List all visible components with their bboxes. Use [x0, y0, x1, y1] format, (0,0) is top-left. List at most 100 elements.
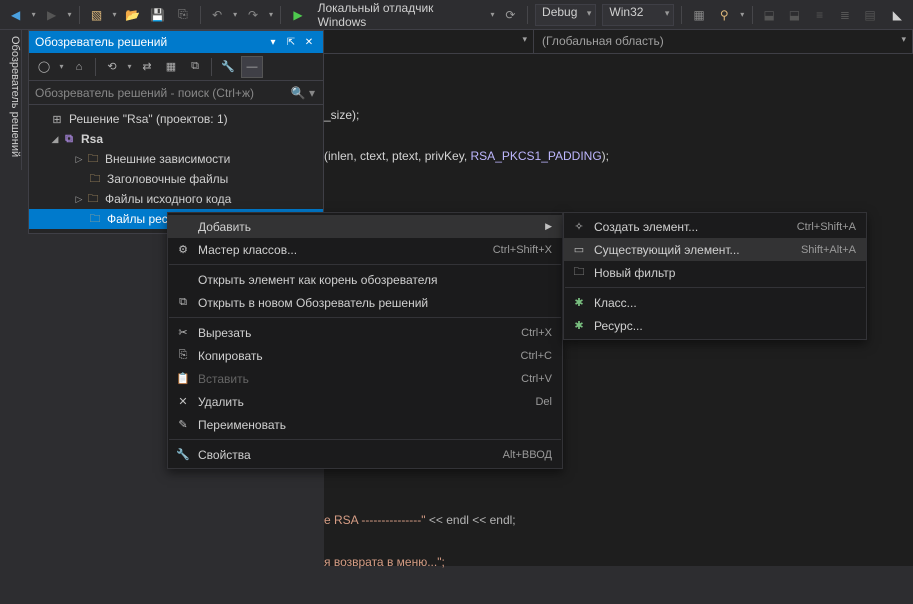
class-wizard-icon: ⚙ [172, 243, 194, 256]
solution-icon: ⊞ [49, 111, 65, 127]
nav-forward-dropdown[interactable]: ▾ [65, 10, 74, 19]
expand-icon[interactable]: ◢ [49, 134, 61, 145]
ctx-label: Класс... [590, 296, 856, 310]
tree-ext-deps-row[interactable]: ▷ 🗀 Внешние зависимости [29, 149, 323, 169]
start-debug-button[interactable]: ▶ [286, 3, 309, 27]
tb-icon-4[interactable]: ≡ [808, 3, 831, 27]
ctx-delete[interactable]: ✕ Удалить Del [168, 390, 562, 413]
find-dropdown[interactable]: ▾ [738, 10, 747, 19]
tree-item-label: Внешние зависимости [105, 152, 230, 166]
panel-view-button[interactable]: — [241, 56, 263, 78]
search-icon: 🔍 ▾ [291, 86, 315, 100]
submenu-arrow-icon: ▶ [533, 221, 552, 232]
cut-icon: ✂ [172, 326, 194, 339]
editor-nav-bar: (Глобальная область) [324, 30, 913, 54]
nav-back-dropdown[interactable]: ▾ [29, 10, 38, 19]
ctx-open-as-root[interactable]: Открыть элемент как корень обозревателя [168, 268, 562, 291]
tree-solution-row[interactable]: ⊞ Решение "Rsa" (проектов: 1) [29, 109, 323, 129]
find-button[interactable]: ⚲ [713, 3, 736, 27]
save-button[interactable]: 💾 [146, 3, 169, 27]
panel-refresh-button[interactable]: ⇄ [136, 56, 158, 78]
panel-close-button[interactable]: ✕ [301, 34, 317, 50]
ctx-class[interactable]: ✱ Класс... [564, 291, 866, 314]
ctx-label: Открыть элемент как корень обозревателя [194, 273, 552, 287]
ctx-shortcut: Ctrl+Shift+A [777, 221, 856, 233]
tree-project-row[interactable]: ◢ ⧉ Rsa [29, 129, 323, 149]
paste-icon: 📋 [172, 372, 194, 385]
redo-dropdown[interactable]: ▾ [267, 10, 276, 19]
platform-combo[interactable]: Win32 [602, 4, 674, 26]
copy-icon: ⎘ [172, 349, 194, 362]
code-macro: RSA_PKCS1_PADDING [471, 149, 602, 163]
code-frag: << endl << endl; [426, 513, 516, 527]
editor-left-combo[interactable] [324, 30, 534, 53]
ctx-properties[interactable]: 🔧 Свойства Alt+ВВОД [168, 443, 562, 466]
ctx-label: Копировать [194, 349, 501, 363]
ctx-add[interactable]: Добавить ▶ [168, 215, 562, 238]
panel-collapse-button[interactable]: ⧉ [184, 56, 206, 78]
nav-back-button[interactable]: ◀ [4, 3, 27, 27]
tb-icon-6[interactable]: ▤ [858, 3, 881, 27]
class-icon: ✱ [568, 296, 590, 309]
tree-project-label: Rsa [81, 132, 103, 146]
ctx-rename[interactable]: ✎ Переименовать [168, 413, 562, 436]
panel-back-button[interactable]: ◯ [33, 56, 55, 78]
tb-icon-1[interactable]: ▦ [687, 3, 710, 27]
debugger-label[interactable]: Локальный отладчик Windows [312, 1, 487, 29]
new-project-button[interactable]: ▧ [85, 3, 108, 27]
open-file-button[interactable]: 📂 [121, 3, 144, 27]
ctx-existing-item[interactable]: ▭ Существующий элемент... Shift+Alt+A [564, 238, 866, 261]
panel-title-text: Обозреватель решений [35, 35, 167, 49]
code-frag: (inlen, ctext, ptext, privKey, [324, 149, 471, 163]
new-project-dropdown[interactable]: ▾ [110, 10, 119, 19]
tb-icon-2[interactable]: ⬓ [758, 3, 781, 27]
editor-scope-combo[interactable]: (Глобальная область) [534, 30, 913, 53]
code-frag: _size); [324, 108, 359, 122]
ctx-copy[interactable]: ⎘ Копировать Ctrl+C [168, 344, 562, 367]
panel-showall-button[interactable]: ▦ [160, 56, 182, 78]
ctx-label: Мастер классов... [194, 243, 473, 257]
panel-search-box[interactable]: Обозреватель решений - поиск (Ctrl+ж) 🔍 … [29, 81, 323, 105]
ctx-shortcut: Ctrl+X [501, 327, 552, 339]
ctx-new-item[interactable]: ✧ Создать элемент... Ctrl+Shift+A [564, 215, 866, 238]
ctx-label: Вставить [194, 372, 501, 386]
panel-back-dd[interactable]: ▾ [57, 62, 66, 71]
folder-icon: 🗀 [568, 263, 590, 282]
tb-icon-3[interactable]: ⬓ [783, 3, 806, 27]
bookmark-icon[interactable]: ◣ [886, 3, 909, 27]
ctx-open-new-explorer[interactable]: ⧉ Открыть в новом Обозреватель решений [168, 291, 562, 314]
ctx-class-wizard[interactable]: ⚙ Мастер классов... Ctrl+Shift+X [168, 238, 562, 261]
ctx-label: Добавить [194, 220, 533, 234]
undo-button[interactable]: ↶ [206, 3, 229, 27]
solution-explorer-vtab[interactable]: Обозреватель решений [0, 30, 22, 170]
ctx-new-filter[interactable]: 🗀 Новый фильтр [564, 261, 866, 284]
ctx-shortcut: Shift+Alt+A [781, 244, 856, 256]
redo-button[interactable]: ↷ [241, 3, 264, 27]
code-frag: ); [602, 149, 609, 163]
tree-headers-row[interactable]: 🗀 Заголовочные файлы [29, 169, 323, 189]
panel-properties-button[interactable]: 🔧 [217, 56, 239, 78]
save-all-button[interactable]: ⎘ [171, 3, 194, 27]
config-combo[interactable]: Debug [535, 4, 596, 26]
ctx-label: Свойства [194, 448, 483, 462]
panel-sync-dd[interactable]: ▾ [125, 62, 134, 71]
existing-item-icon: ▭ [568, 243, 590, 256]
ctx-cut[interactable]: ✂ Вырезать Ctrl+X [168, 321, 562, 344]
ctx-label: Создать элемент... [590, 220, 777, 234]
nav-forward-button[interactable]: ▶ [40, 3, 63, 27]
expand-icon[interactable]: ▷ [73, 154, 85, 165]
context-menu: Добавить ▶ ⚙ Мастер классов... Ctrl+Shif… [167, 212, 563, 469]
refresh-button[interactable]: ⟳ [499, 3, 522, 27]
panel-sync-button[interactable]: ⟲ [101, 56, 123, 78]
tb-icon-5[interactable]: ≣ [833, 3, 856, 27]
ctx-label: Удалить [194, 395, 515, 409]
panel-dropdown-button[interactable]: ▾ [265, 34, 281, 50]
panel-pin-button[interactable]: ⇱ [283, 34, 299, 50]
tree-source-row[interactable]: ▷ 🗀 Файлы исходного кода [29, 189, 323, 209]
expand-icon[interactable]: ▷ [73, 194, 85, 205]
new-item-icon: ✧ [568, 220, 590, 233]
debugger-dropdown[interactable]: ▾ [488, 10, 497, 19]
panel-home-button[interactable]: ⌂ [68, 56, 90, 78]
undo-dropdown[interactable]: ▾ [231, 10, 240, 19]
ctx-resource[interactable]: ✱ Ресурс... [564, 314, 866, 337]
